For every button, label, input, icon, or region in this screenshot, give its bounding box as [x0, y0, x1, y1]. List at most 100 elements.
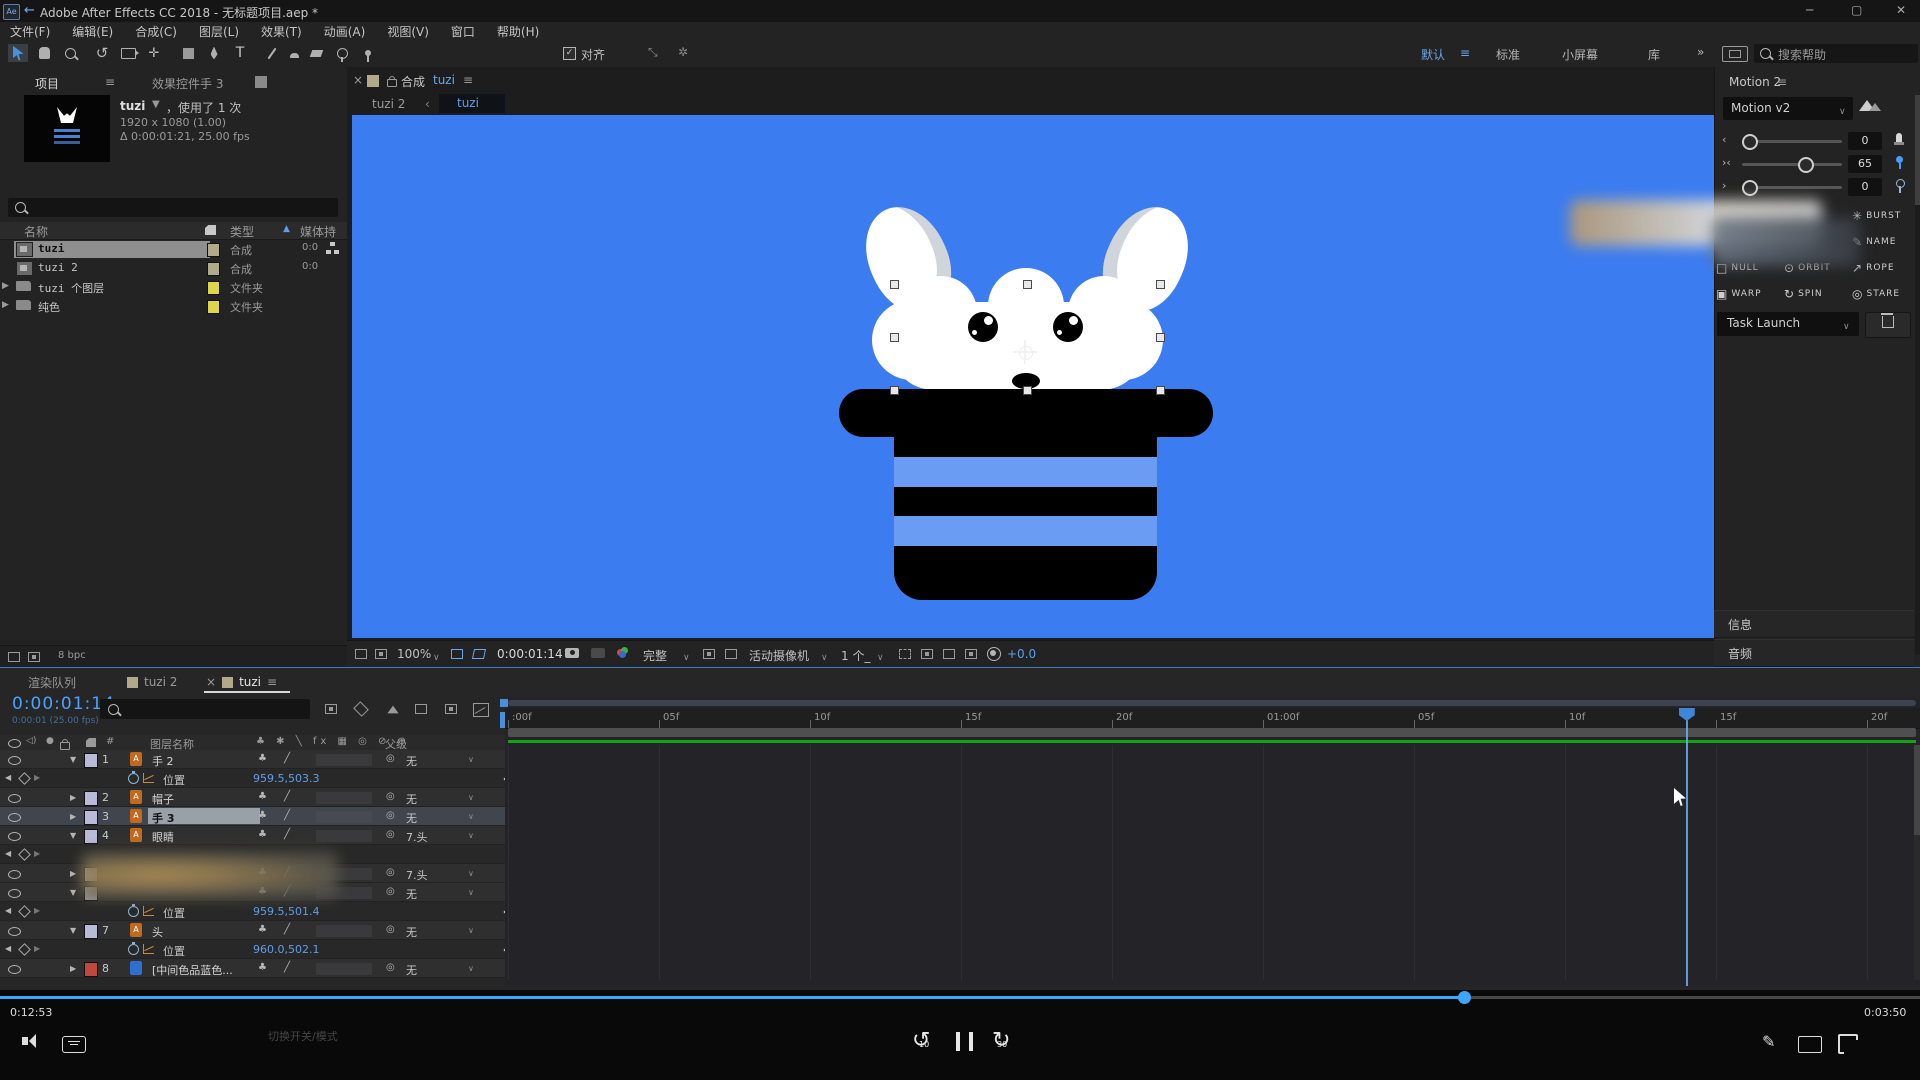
- mask-visibility-icon[interactable]: [472, 649, 486, 659]
- always-preview-icon[interactable]: [355, 649, 367, 659]
- frame-blend-icon[interactable]: [385, 704, 401, 718]
- delete-button[interactable]: [1865, 312, 1911, 338]
- grid-options-icon[interactable]: [451, 649, 463, 659]
- layer-name[interactable]: 手 3: [152, 810, 174, 826]
- parent-select[interactable]: 无: [406, 924, 417, 940]
- comp-tab-tuzi[interactable]: tuzi: [439, 94, 505, 113]
- motion-tool-rope[interactable]: ↗ROPE: [1852, 258, 1916, 278]
- resolution-select[interactable]: 完整: [643, 647, 667, 664]
- fullscreen-icon[interactable]: [1838, 1034, 1858, 1054]
- eye-icon[interactable]: [8, 965, 21, 974]
- panel-scrollbar[interactable]: [1915, 95, 1920, 655]
- anchor-point-icon[interactable]: [1019, 346, 1033, 360]
- layer-name[interactable]: 头: [152, 924, 163, 940]
- draft-switch-icon[interactable]: ╱: [284, 810, 290, 821]
- resolution-chevron[interactable]: ∨: [683, 649, 690, 663]
- menu-item-6[interactable]: 视图(V): [387, 23, 429, 40]
- tab-menu-icon[interactable]: ≡: [267, 675, 277, 689]
- selection-tool[interactable]: [8, 44, 28, 62]
- selection-handle[interactable]: [1156, 333, 1165, 342]
- slider-mode-icon[interactable]: ›: [1722, 179, 1726, 192]
- footer-icon-1[interactable]: [8, 652, 20, 662]
- camera-tool[interactable]: [118, 44, 138, 62]
- parent-pickwhip-icon[interactable]: ◎: [386, 867, 395, 878]
- pause-button[interactable]: [956, 1032, 973, 1054]
- parent-pickwhip-icon[interactable]: ◎: [386, 829, 395, 840]
- label-swatch[interactable]: [84, 962, 98, 977]
- motion-tool-name[interactable]: ✎NAME: [1852, 232, 1916, 252]
- tab-close-icon[interactable]: ×: [206, 675, 216, 689]
- parent-select[interactable]: 无: [406, 810, 417, 826]
- column-name[interactable]: 名称: [24, 223, 48, 240]
- sort-arrow-icon[interactable]: ▲: [283, 224, 290, 234]
- parent-select[interactable]: 7.头: [406, 867, 428, 883]
- tree-expand-icon[interactable]: ▶: [2, 300, 9, 310]
- motion-tool-burst[interactable]: ✳BURST: [1852, 206, 1916, 226]
- layer-name[interactable]: [中间色品蓝色...: [152, 962, 233, 978]
- eye-icon[interactable]: [8, 889, 21, 898]
- pan-behind-tool[interactable]: ✛: [144, 44, 164, 62]
- project-panel-menu-icon[interactable]: ≡: [105, 75, 115, 89]
- label-swatch[interactable]: [84, 829, 98, 844]
- label-tag[interactable]: [207, 243, 220, 257]
- column-type[interactable]: 类型: [230, 223, 254, 240]
- expand-arrow[interactable]: ▼: [70, 755, 76, 764]
- subtitles-icon[interactable]: [62, 1036, 86, 1053]
- show-snapshot-icon[interactable]: [591, 648, 605, 658]
- menu-item-1[interactable]: 编辑(E): [72, 23, 113, 40]
- parent-pickwhip-icon[interactable]: ◎: [386, 924, 395, 935]
- add-keyframe-icon[interactable]: [18, 905, 31, 918]
- property-name[interactable]: 位置: [163, 772, 185, 788]
- pen-tool[interactable]: [204, 44, 224, 62]
- parent-select[interactable]: 无: [406, 886, 417, 902]
- property-name[interactable]: 位置: [163, 905, 185, 921]
- layer-row-11[interactable]: ▶8[中间色品蓝色...♣╱◎无∨: [0, 959, 505, 978]
- property-name[interactable]: 位置: [163, 943, 185, 959]
- slider-value[interactable]: 65: [1848, 155, 1882, 173]
- parent-select[interactable]: 无: [406, 791, 417, 807]
- quality-switch-icon[interactable]: ♣: [258, 810, 267, 821]
- label-swatch[interactable]: [84, 924, 98, 939]
- menu-item-7[interactable]: 窗口: [451, 23, 475, 40]
- player-progress-knob[interactable]: [1458, 991, 1471, 1004]
- workspace-2[interactable]: 小屏幕: [1562, 46, 1598, 63]
- comp-tab-back-icon[interactable]: ‹: [425, 97, 430, 111]
- label-swatch[interactable]: [84, 791, 98, 806]
- parent-chevron[interactable]: ∨: [468, 831, 474, 840]
- parent-pickwhip-icon[interactable]: ◎: [386, 886, 395, 897]
- track-scrollbar-thumb[interactable]: [1914, 745, 1920, 835]
- more-workspaces-chevron[interactable]: »: [1697, 45, 1704, 59]
- workspace-1[interactable]: 标准: [1496, 46, 1520, 63]
- camera-view-chevron[interactable]: ∨: [821, 649, 828, 663]
- comp-canvas[interactable]: [352, 115, 1714, 638]
- comp-tab-tuzi2[interactable]: tuzi 2: [372, 97, 405, 111]
- timeline-tab-0[interactable]: 渲染队列: [28, 672, 76, 692]
- quality-switch-icon[interactable]: ♣: [258, 753, 267, 764]
- draft-switch-icon[interactable]: ╱: [284, 753, 290, 764]
- shape-tool[interactable]: [178, 44, 198, 62]
- next-keyframe-icon[interactable]: ▶: [34, 944, 40, 953]
- layer-name[interactable]: 手 2: [152, 753, 174, 769]
- parent-chevron[interactable]: ∨: [468, 964, 474, 973]
- eye-icon[interactable]: [8, 794, 21, 803]
- menu-item-3[interactable]: 图层(L): [199, 23, 239, 40]
- timeline-tab-2[interactable]: ×tuzi≡: [206, 672, 277, 692]
- project-row-3[interactable]: ▶纯色文件夹: [0, 297, 347, 316]
- zoom-chevron[interactable]: ∨: [433, 649, 440, 663]
- preview-image-icon[interactable]: [1859, 100, 1881, 114]
- help-search-field[interactable]: 搜索帮助: [1754, 44, 1918, 63]
- column-media[interactable]: 媒体持: [300, 223, 336, 240]
- prev-keyframe-icon[interactable]: ◀: [5, 773, 11, 782]
- snap-checkbox[interactable]: ✓: [563, 47, 576, 60]
- slider-mode-icon[interactable]: ›‹: [1722, 156, 1731, 169]
- property-row-8[interactable]: ◀▶位置959.5,501.4: [0, 902, 505, 921]
- expand-arrow[interactable]: ▼: [70, 831, 76, 840]
- hand-tool[interactable]: [34, 44, 54, 62]
- selection-handle[interactable]: [890, 386, 899, 395]
- expand-arrow[interactable]: ▶: [70, 793, 76, 802]
- view-layout-select[interactable]: 1 个_: [841, 647, 870, 664]
- draft-switch-icon[interactable]: ╱: [284, 791, 290, 802]
- selection-handle[interactable]: [1023, 280, 1032, 289]
- layer-row-3[interactable]: ▶3A手 3♣╱◎无∨: [0, 807, 505, 826]
- timeline-button-icon[interactable]: [943, 649, 955, 659]
